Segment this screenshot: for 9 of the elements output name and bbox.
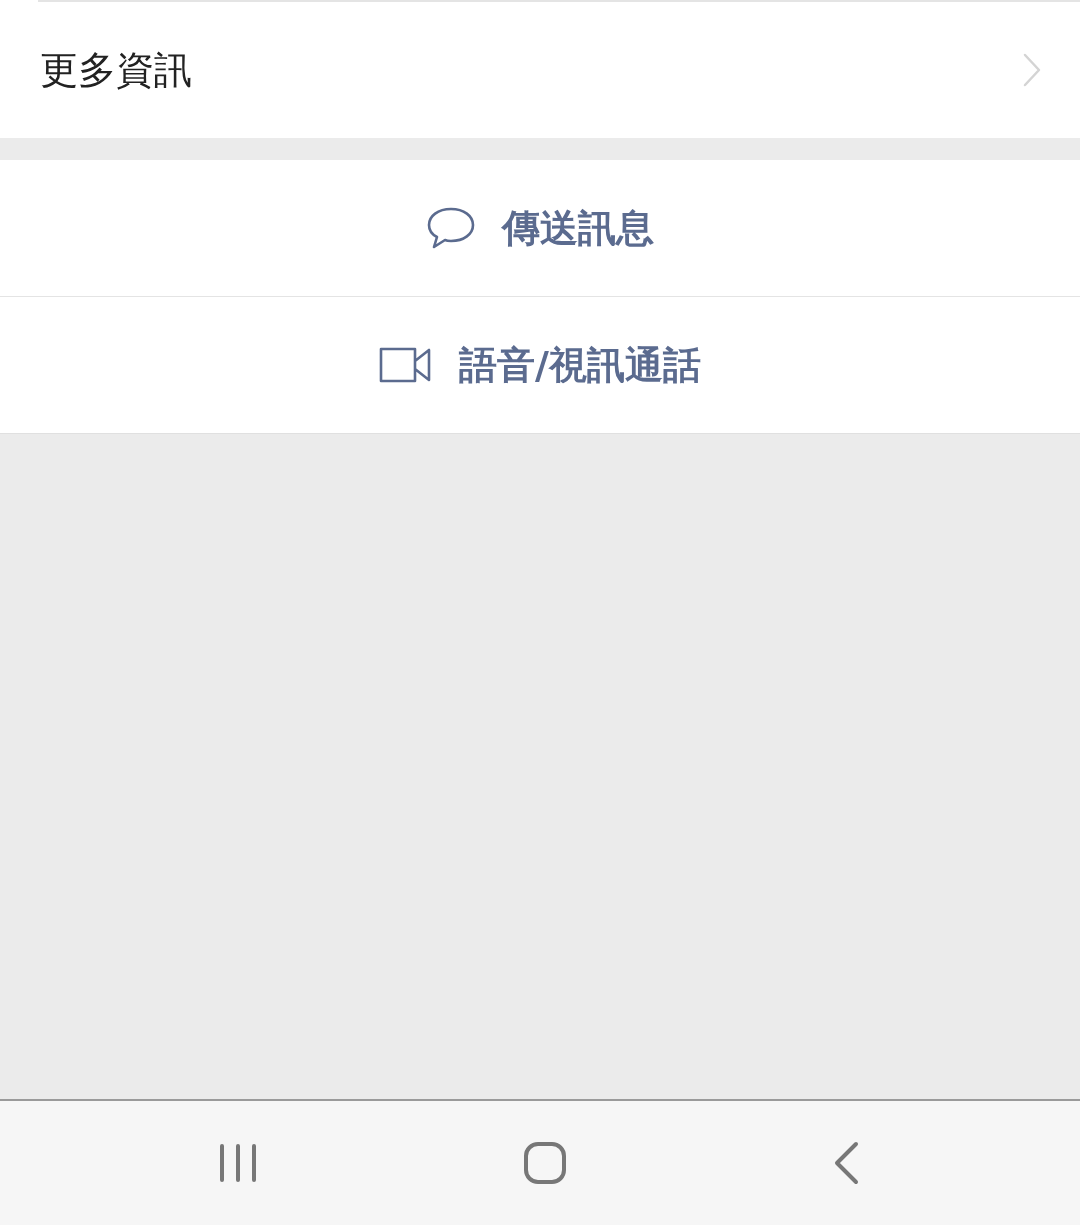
more-info-row[interactable]: 更多資訊 bbox=[0, 2, 1080, 138]
recent-apps-icon[interactable] bbox=[218, 1143, 258, 1183]
chevron-right-icon bbox=[1022, 52, 1042, 88]
message-button[interactable]: 傳送訊息 bbox=[0, 160, 1080, 296]
call-button[interactable]: 語音/視訊通話 bbox=[0, 296, 1080, 433]
home-icon[interactable] bbox=[523, 1141, 567, 1185]
more-info-label: 更多資訊 bbox=[40, 46, 192, 94]
back-icon[interactable] bbox=[832, 1141, 860, 1185]
speech-bubble-icon bbox=[426, 206, 476, 250]
